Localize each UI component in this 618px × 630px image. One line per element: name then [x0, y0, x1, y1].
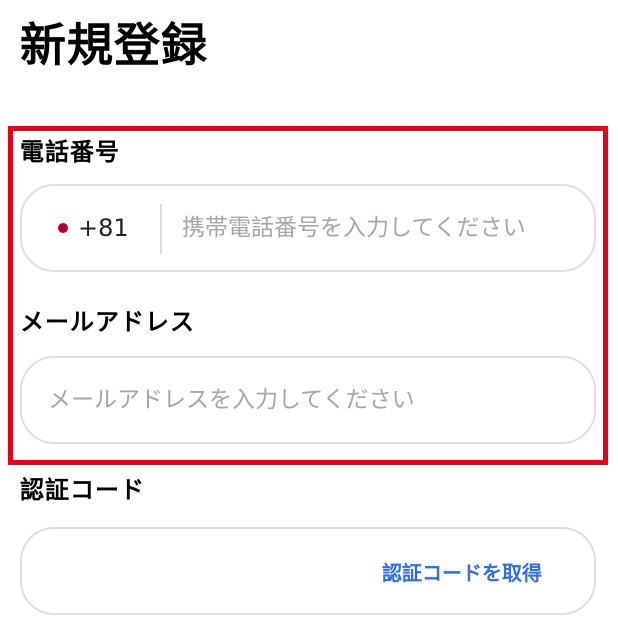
email-label: メールアドレス [20, 307, 195, 336]
verification-label: 認証コード [20, 475, 145, 504]
phone-field[interactable]: +81 [20, 184, 596, 272]
verification-field[interactable]: 認証コードを取得 [20, 527, 596, 615]
japan-flag-icon [58, 223, 68, 233]
email-field[interactable] [20, 356, 596, 444]
phone-input[interactable] [182, 186, 582, 270]
get-code-button[interactable]: 認証コードを取得 [382, 529, 542, 613]
verification-code-input[interactable] [48, 529, 348, 613]
phone-label: 電話番号 [20, 137, 120, 166]
country-code-selector[interactable]: +81 [58, 186, 129, 270]
email-input[interactable] [48, 358, 578, 442]
country-code-text: +81 [78, 214, 129, 242]
page-title: 新規登録 [20, 18, 208, 72]
phone-divider [160, 204, 162, 254]
